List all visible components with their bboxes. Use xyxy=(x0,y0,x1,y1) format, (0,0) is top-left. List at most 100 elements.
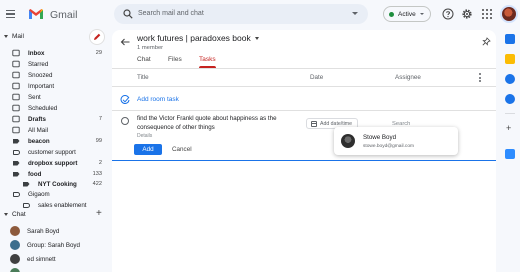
side-panel-rail: + xyxy=(500,30,520,272)
tasks-app-icon[interactable] xyxy=(505,74,515,84)
chat-item[interactable]: Sarah Boyd xyxy=(0,225,108,237)
tab-tasks[interactable]: Tasks xyxy=(199,56,216,63)
sidebar-item-count: 29 xyxy=(95,50,102,56)
sidebar-item[interactable]: dropbox support 2 xyxy=(0,158,108,168)
avatar xyxy=(10,268,20,272)
tab-files[interactable]: Files xyxy=(168,56,182,63)
add-task-icon[interactable] xyxy=(120,95,130,105)
star-icon xyxy=(12,60,20,68)
sidebar-item-label: Inbox xyxy=(28,49,45,57)
chat-item[interactable] xyxy=(0,267,108,272)
sidebar-item-label: Starred xyxy=(28,60,49,68)
column-assignee: Assignee xyxy=(395,74,421,81)
mail-section-header[interactable]: Mail xyxy=(4,33,24,40)
search-icon[interactable] xyxy=(123,9,133,19)
column-date: Date xyxy=(310,74,324,81)
inbox-icon xyxy=(12,49,20,57)
label-icon xyxy=(22,180,30,188)
scheduled-icon xyxy=(12,104,20,112)
account-avatar[interactable] xyxy=(500,5,518,23)
sidebar-item[interactable]: Starred xyxy=(0,59,108,69)
apps-grid-icon[interactable] xyxy=(481,8,493,20)
gmail-logo[interactable] xyxy=(28,8,44,20)
zoom-app-icon[interactable] xyxy=(505,149,515,159)
sidebar-item-label: All Mail xyxy=(28,126,48,134)
label-icon xyxy=(12,170,20,178)
tab-chat[interactable]: Chat xyxy=(137,56,151,63)
suggestion-email: stowe.boyd@gmail.com xyxy=(363,144,414,149)
status-selector[interactable]: Active xyxy=(383,6,431,22)
new-chat-button[interactable]: + xyxy=(96,208,102,219)
sidebar-item[interactable]: beacon 99 xyxy=(0,136,108,146)
chat-section-header[interactable]: Chat xyxy=(4,211,26,218)
sidebar-item[interactable]: Scheduled xyxy=(0,103,108,113)
sidebar-item-count: 422 xyxy=(92,181,102,187)
divider xyxy=(112,110,496,111)
task-details-input[interactable]: Details xyxy=(137,133,152,139)
sidebar-item[interactable]: NYT Cooking 422 xyxy=(0,179,108,189)
status-dot xyxy=(389,11,394,17)
sidebar-item-count: 7 xyxy=(98,116,102,122)
pin-icon[interactable] xyxy=(482,37,491,46)
avatar xyxy=(10,240,20,250)
add-button[interactable]: Add xyxy=(134,144,162,155)
label-outline-icon xyxy=(12,190,20,198)
cancel-button[interactable]: Cancel xyxy=(172,146,192,153)
sidebar-item-count: 133 xyxy=(92,171,102,177)
avatar xyxy=(10,226,20,236)
hamburger-icon[interactable] xyxy=(6,10,15,18)
task-complete-checkbox[interactable] xyxy=(121,117,129,125)
sidebar-item[interactable]: Important xyxy=(0,81,108,91)
divider xyxy=(112,86,496,87)
sidebar-item[interactable]: Sent xyxy=(0,92,108,102)
task-title-input[interactable]: find the Victor Frankl quote about happi… xyxy=(137,114,312,132)
sidebar-item-label: Sent xyxy=(28,93,41,101)
search-input[interactable]: Search mail and chat xyxy=(138,10,204,17)
sidebar-item[interactable]: sales enablement xyxy=(0,200,108,210)
get-addons-button[interactable]: + xyxy=(506,123,511,133)
sidebar-item[interactable]: food 133 xyxy=(0,169,108,179)
gear-icon[interactable] xyxy=(461,8,473,20)
send-icon xyxy=(12,93,20,101)
sidebar-item-count: 99 xyxy=(95,138,102,144)
sidebar-item-label: NYT Cooking xyxy=(38,180,77,188)
sidebar-item[interactable]: Gigaom xyxy=(0,189,108,199)
label-outline-icon xyxy=(22,201,30,209)
sidebar-item[interactable]: All Mail xyxy=(0,125,108,135)
sidebar-item[interactable]: Drafts 7 xyxy=(0,114,108,124)
sidebar-item-label: Gigaom xyxy=(28,190,50,198)
status-label: Active xyxy=(398,10,416,18)
label-icon xyxy=(12,159,20,167)
sidebar-item[interactable]: Inbox 29 xyxy=(0,48,108,58)
room-title[interactable]: work futures | paradoxes book xyxy=(137,33,251,43)
sidebar-item[interactable]: Snoozed xyxy=(0,70,108,80)
sidebar-item-label: Scheduled xyxy=(28,104,58,112)
sidebar-item-label: Important xyxy=(28,82,55,90)
sidebar-item-label: sales enablement xyxy=(38,201,87,209)
chat-item[interactable]: ed simnett xyxy=(0,253,108,265)
contacts-app-icon[interactable] xyxy=(505,94,515,104)
more-options-icon[interactable] xyxy=(478,73,481,82)
assignee-suggestion[interactable]: Stowe Boyd stowe.boyd@gmail.com xyxy=(334,127,458,155)
sidebar-item-label: Drafts xyxy=(28,115,46,123)
label-icon xyxy=(12,137,20,145)
chevron-down-icon xyxy=(419,13,424,15)
calendar-app-icon[interactable] xyxy=(505,34,515,44)
search-bar[interactable]: Search mail and chat xyxy=(114,4,368,24)
sidebar-item[interactable]: customer support xyxy=(0,147,108,157)
member-count[interactable]: 1 member xyxy=(137,45,163,51)
add-room-task-button[interactable]: Add room task xyxy=(137,96,179,103)
chat-item-label: Group: Sarah Boyd xyxy=(27,241,80,249)
keep-app-icon[interactable] xyxy=(505,54,515,64)
sidebar: Mail Inbox 29 Starred Snoozed Important Sent S… xyxy=(0,30,110,272)
compose-button[interactable] xyxy=(90,30,104,44)
arrow-left-icon[interactable] xyxy=(120,38,130,46)
search-options-icon[interactable] xyxy=(352,12,358,15)
chevron-down-icon[interactable] xyxy=(255,37,259,40)
help-icon[interactable] xyxy=(442,8,454,20)
room-panel: work futures | paradoxes book 1 member C… xyxy=(112,30,496,272)
chat-item[interactable]: Group: Sarah Boyd xyxy=(0,239,108,251)
sidebar-item-label: customer support xyxy=(28,148,76,156)
chat-item-label: ed simnett xyxy=(27,255,56,263)
label-outline-icon xyxy=(12,148,20,156)
